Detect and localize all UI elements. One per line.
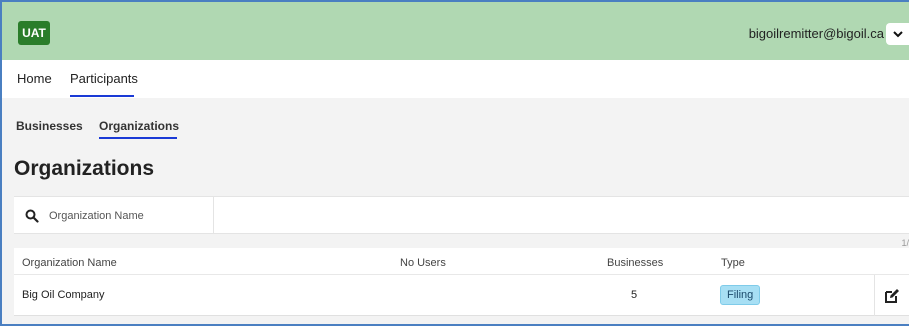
app-header: UAT bigoilremitter@bigoil.ca: [2, 2, 909, 60]
search-box[interactable]: [14, 197, 214, 234]
table-row[interactable]: Big Oil Company 5 Filing: [14, 275, 909, 316]
column-header-no-users[interactable]: No Users: [400, 257, 446, 269]
search-input[interactable]: [49, 209, 209, 222]
organizations-table: Organization Name No Users Businesses Ty…: [14, 248, 909, 316]
column-header-businesses[interactable]: Businesses: [607, 257, 663, 269]
cell-businesses: 5: [631, 289, 638, 301]
tab-organizations[interactable]: Organizations: [99, 119, 179, 133]
filter-bar: [14, 196, 909, 234]
column-header-organization-name[interactable]: Organization Name: [22, 257, 117, 269]
cell-organization-name: Big Oil Company: [22, 289, 105, 301]
chevron-down-icon: [892, 31, 903, 38]
search-icon: [25, 209, 39, 223]
tab-businesses[interactable]: Businesses: [16, 119, 83, 133]
user-email[interactable]: bigoilremitter@bigoil.ca: [749, 26, 884, 41]
page-title: Organizations: [14, 157, 155, 180]
nav-item-participants[interactable]: Participants: [70, 71, 138, 86]
tab-active-indicator: [99, 137, 177, 139]
pagination-indicator: 1/: [901, 238, 909, 248]
user-menu-dropdown[interactable]: [886, 23, 909, 45]
type-badge: Filing: [720, 285, 761, 305]
edit-button[interactable]: [874, 275, 909, 316]
nav-item-home[interactable]: Home: [17, 71, 52, 86]
table-header: Organization Name No Users Businesses Ty…: [14, 248, 909, 275]
nav-active-indicator: [70, 95, 134, 97]
column-header-type[interactable]: Type: [721, 257, 745, 269]
edit-icon: [885, 288, 899, 303]
environment-badge: UAT: [18, 21, 50, 45]
primary-nav: Home Participants: [2, 60, 909, 98]
